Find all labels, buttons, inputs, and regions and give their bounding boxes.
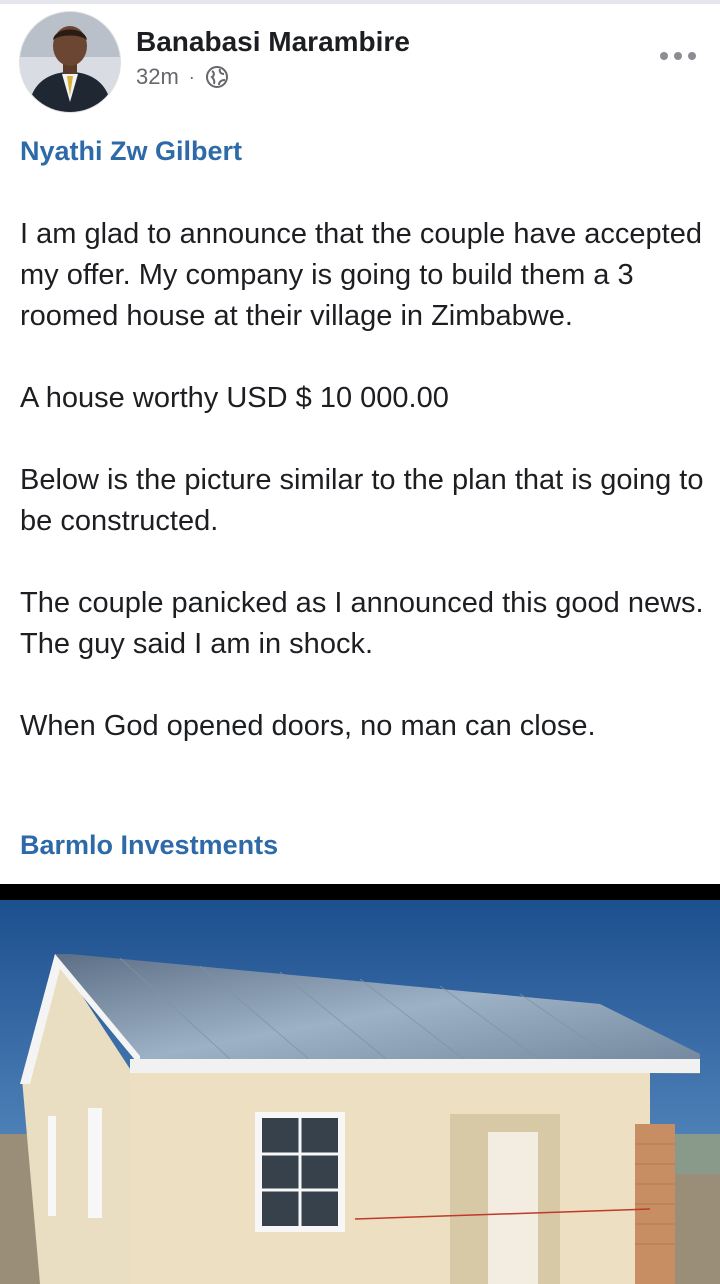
avatar-photo bbox=[20, 12, 120, 112]
author-avatar[interactable] bbox=[20, 12, 120, 112]
globe-icon bbox=[205, 66, 228, 88]
more-options-icon[interactable] bbox=[658, 46, 698, 66]
post-timestamp[interactable]: 32m bbox=[136, 64, 179, 90]
house-with-metal-roof-photo[interactable] bbox=[0, 884, 720, 1284]
post-paragraph: Below is the picture similar to the plan… bbox=[20, 464, 704, 537]
post-body: I am glad to announce that the couple ha… bbox=[20, 214, 710, 788]
post-meta: 32m · bbox=[136, 64, 229, 90]
post-paragraph: A house worthy USD $ 10 000.00 bbox=[20, 382, 449, 414]
post-paragraph: I am glad to announce that the couple ha… bbox=[20, 218, 702, 332]
meta-separator: · bbox=[188, 66, 195, 87]
post-image bbox=[0, 900, 720, 1284]
mentioned-user-link[interactable]: Nyathi Zw Gilbert bbox=[20, 136, 242, 167]
top-divider bbox=[0, 0, 720, 4]
page-link[interactable]: Barmlo Investments bbox=[20, 830, 278, 861]
author-name[interactable]: Banabasi Marambire bbox=[136, 26, 410, 58]
post-paragraph: When God opened doors, no man can close. bbox=[20, 710, 596, 742]
post-header: Banabasi Marambire 32m · bbox=[0, 6, 720, 114]
post-paragraph: The couple panicked as I announced this … bbox=[20, 587, 704, 660]
